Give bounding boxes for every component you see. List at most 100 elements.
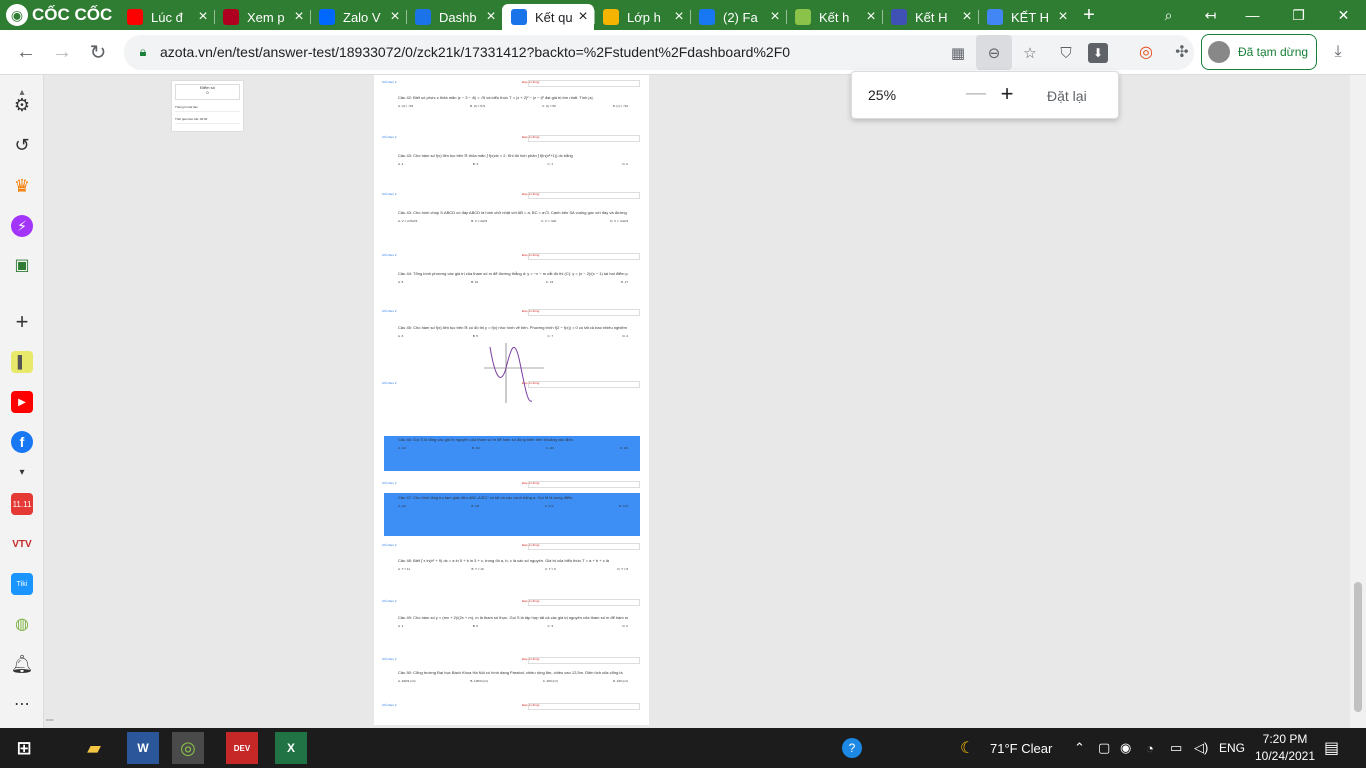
answer-choices[interactable]: [528, 381, 640, 388]
crown-icon[interactable]: ♛: [11, 175, 33, 197]
messenger-icon[interactable]: ⚡: [11, 215, 33, 237]
browser-tab[interactable]: Dashb ×: [406, 4, 502, 30]
answer-choices[interactable]: [528, 192, 640, 199]
answer-select[interactable]: Chỉ chọn ∨: [382, 657, 397, 661]
answer-select[interactable]: Chỉ chọn ∨: [382, 599, 397, 603]
restore-button[interactable]: ❐: [1276, 0, 1321, 30]
answer-bar[interactable]: Chỉ chọn ∨ Đáp án đúng:: [382, 192, 640, 199]
answer-bar[interactable]: Chỉ chọn ∨ Đáp án đúng:: [382, 80, 640, 87]
tab-close-icon[interactable]: ×: [292, 8, 306, 26]
answer-select[interactable]: Chỉ chọn ∨: [382, 309, 397, 313]
notification-bell-icon[interactable]: 🔔︎: [11, 653, 34, 675]
browser-tab[interactable]: Xem p ×: [214, 4, 310, 30]
zoom-reset-button[interactable]: Đặt lại: [1047, 88, 1087, 104]
coccoc-icon[interactable]: ◍: [11, 613, 33, 635]
answer-select[interactable]: Chỉ chọn ∨: [382, 481, 397, 485]
browser-tab[interactable]: Kết H ×: [882, 4, 978, 30]
vtv-go-icon[interactable]: VTV: [11, 533, 33, 555]
devcpp-icon[interactable]: DEV: [226, 732, 258, 764]
facebook-icon[interactable]: f: [11, 431, 33, 453]
tab-close-icon[interactable]: ×: [484, 8, 498, 26]
answer-bar[interactable]: Chỉ chọn ∨ Đáp án đúng:: [382, 309, 640, 316]
system-clock[interactable]: 7:20 PM 10/24/2021: [1250, 731, 1320, 765]
zoom-out-button[interactable]: —: [964, 82, 988, 108]
file-explorer-icon[interactable]: ▰: [78, 732, 110, 764]
answer-choices[interactable]: [528, 703, 640, 710]
settings-gear-icon[interactable]: ⚙: [11, 94, 33, 116]
browser-tab[interactable]: (2) Fa ×: [690, 4, 786, 30]
downloads-icon[interactable]: ⤓: [1324, 38, 1352, 66]
browser-tab[interactable]: Lúc đ ×: [118, 4, 214, 30]
vertical-scrollbar[interactable]: [1350, 75, 1366, 728]
tab-close-icon[interactable]: ×: [864, 8, 878, 26]
answer-choices[interactable]: [528, 481, 640, 488]
language-indicator[interactable]: ENG: [1219, 728, 1245, 768]
scrollbar-thumb[interactable]: [1354, 582, 1362, 712]
answer-select[interactable]: Chỉ chọn ∨: [382, 253, 397, 257]
browser-brand[interactable]: ◉ CỐC CỐC: [0, 0, 118, 30]
answer-choices[interactable]: [528, 135, 640, 142]
tab-search-icon[interactable]: ⌕: [1146, 0, 1191, 30]
answer-bar[interactable]: Chỉ chọn ∨ Đáp án đúng:: [382, 253, 640, 260]
tab-close-icon[interactable]: ×: [768, 8, 782, 26]
gamepad-icon[interactable]: ▣: [11, 254, 33, 276]
add-sidebar-item-icon[interactable]: +: [11, 309, 33, 334]
back-button[interactable]: ←: [12, 38, 40, 66]
shield-icon[interactable]: ⛉: [1052, 39, 1080, 67]
more-down-icon[interactable]: ▾: [11, 461, 33, 483]
answer-choices[interactable]: [528, 599, 640, 606]
browser-tab[interactable]: Kết qu ×: [502, 4, 594, 30]
answer-select[interactable]: Chỉ chọn ∨: [382, 703, 397, 707]
zoom-in-button[interactable]: +: [995, 81, 1019, 107]
tab-close-icon[interactable]: ×: [196, 8, 210, 26]
new-tab-button[interactable]: +: [1074, 4, 1104, 27]
bookmark-star-icon[interactable]: ☆: [1016, 39, 1044, 67]
tab-close-icon[interactable]: ×: [388, 8, 402, 26]
tray-chevron-icon[interactable]: ⌃: [1074, 728, 1085, 768]
close-window-button[interactable]: ✕: [1321, 0, 1366, 30]
answer-select[interactable]: Chỉ chọn ∨: [382, 381, 397, 385]
answer-choices[interactable]: [528, 309, 640, 316]
word-icon[interactable]: W: [127, 732, 159, 764]
back-tab-icon[interactable]: ↤: [1188, 0, 1233, 30]
answer-bar[interactable]: Chỉ chọn ∨ Đáp án đúng:: [382, 481, 640, 488]
youtube-icon[interactable]: ▶: [11, 391, 33, 413]
help-icon[interactable]: ?: [842, 728, 862, 768]
tab-close-icon[interactable]: ×: [1056, 8, 1070, 26]
history-icon[interactable]: ↺: [11, 134, 33, 156]
windows-start-icon[interactable]: ⊞: [8, 732, 40, 764]
coccoc-extension-icon[interactable]: ◎: [1132, 38, 1160, 66]
extensions-puzzle-icon[interactable]: ✣: [1168, 38, 1196, 66]
answer-select[interactable]: Chỉ chọn ∨: [382, 80, 397, 84]
url-text[interactable]: azota.vn/en/test/answer-test/18933072/0/…: [160, 44, 790, 60]
shopee-icon[interactable]: 11.11: [11, 493, 33, 515]
qr-code-icon[interactable]: ▦: [944, 39, 972, 67]
coccoc-taskbar-icon[interactable]: ◎: [172, 732, 204, 764]
weather-text[interactable]: 71°F Clear: [990, 728, 1052, 768]
download-icon[interactable]: ⬇: [1088, 43, 1108, 63]
tab-close-icon[interactable]: ×: [960, 8, 974, 26]
answer-bar[interactable]: Chỉ chọn ∨ Đáp án đúng:: [382, 703, 640, 710]
browser-tab[interactable]: Zalo V ×: [310, 4, 406, 30]
tab-close-icon[interactable]: ×: [672, 8, 686, 26]
answer-select[interactable]: Chỉ chọn ∨: [382, 135, 397, 139]
tab-close-icon[interactable]: ×: [576, 8, 590, 26]
answer-choices[interactable]: [528, 657, 640, 664]
antivirus-icon[interactable]: ◉: [1120, 728, 1131, 768]
answer-choices[interactable]: [528, 543, 640, 550]
reload-button[interactable]: ↻: [84, 38, 112, 66]
answer-select[interactable]: Chỉ chọn ∨: [382, 543, 397, 547]
note-icon[interactable]: ▌: [11, 351, 33, 373]
browser-tab[interactable]: Lớp h ×: [594, 4, 690, 30]
profile-button[interactable]: Đã tạm dừng: [1201, 34, 1317, 70]
forward-button[interactable]: →: [48, 38, 76, 66]
browser-tab[interactable]: KẾT H ×: [978, 4, 1074, 30]
volume-icon[interactable]: ◁): [1194, 728, 1208, 768]
zoom-icon[interactable]: ⊖: [976, 35, 1012, 70]
browser-tab[interactable]: Kết h ×: [786, 4, 882, 30]
answer-bar[interactable]: Chỉ chọn ∨ Đáp án đúng:: [382, 135, 640, 142]
answer-bar[interactable]: Chỉ chọn ∨ Đáp án đúng:: [382, 543, 640, 550]
lock-icon[interactable]: 🔒︎: [134, 43, 152, 61]
excel-icon[interactable]: X: [275, 732, 307, 764]
battery-icon[interactable]: ▭: [1170, 728, 1182, 768]
